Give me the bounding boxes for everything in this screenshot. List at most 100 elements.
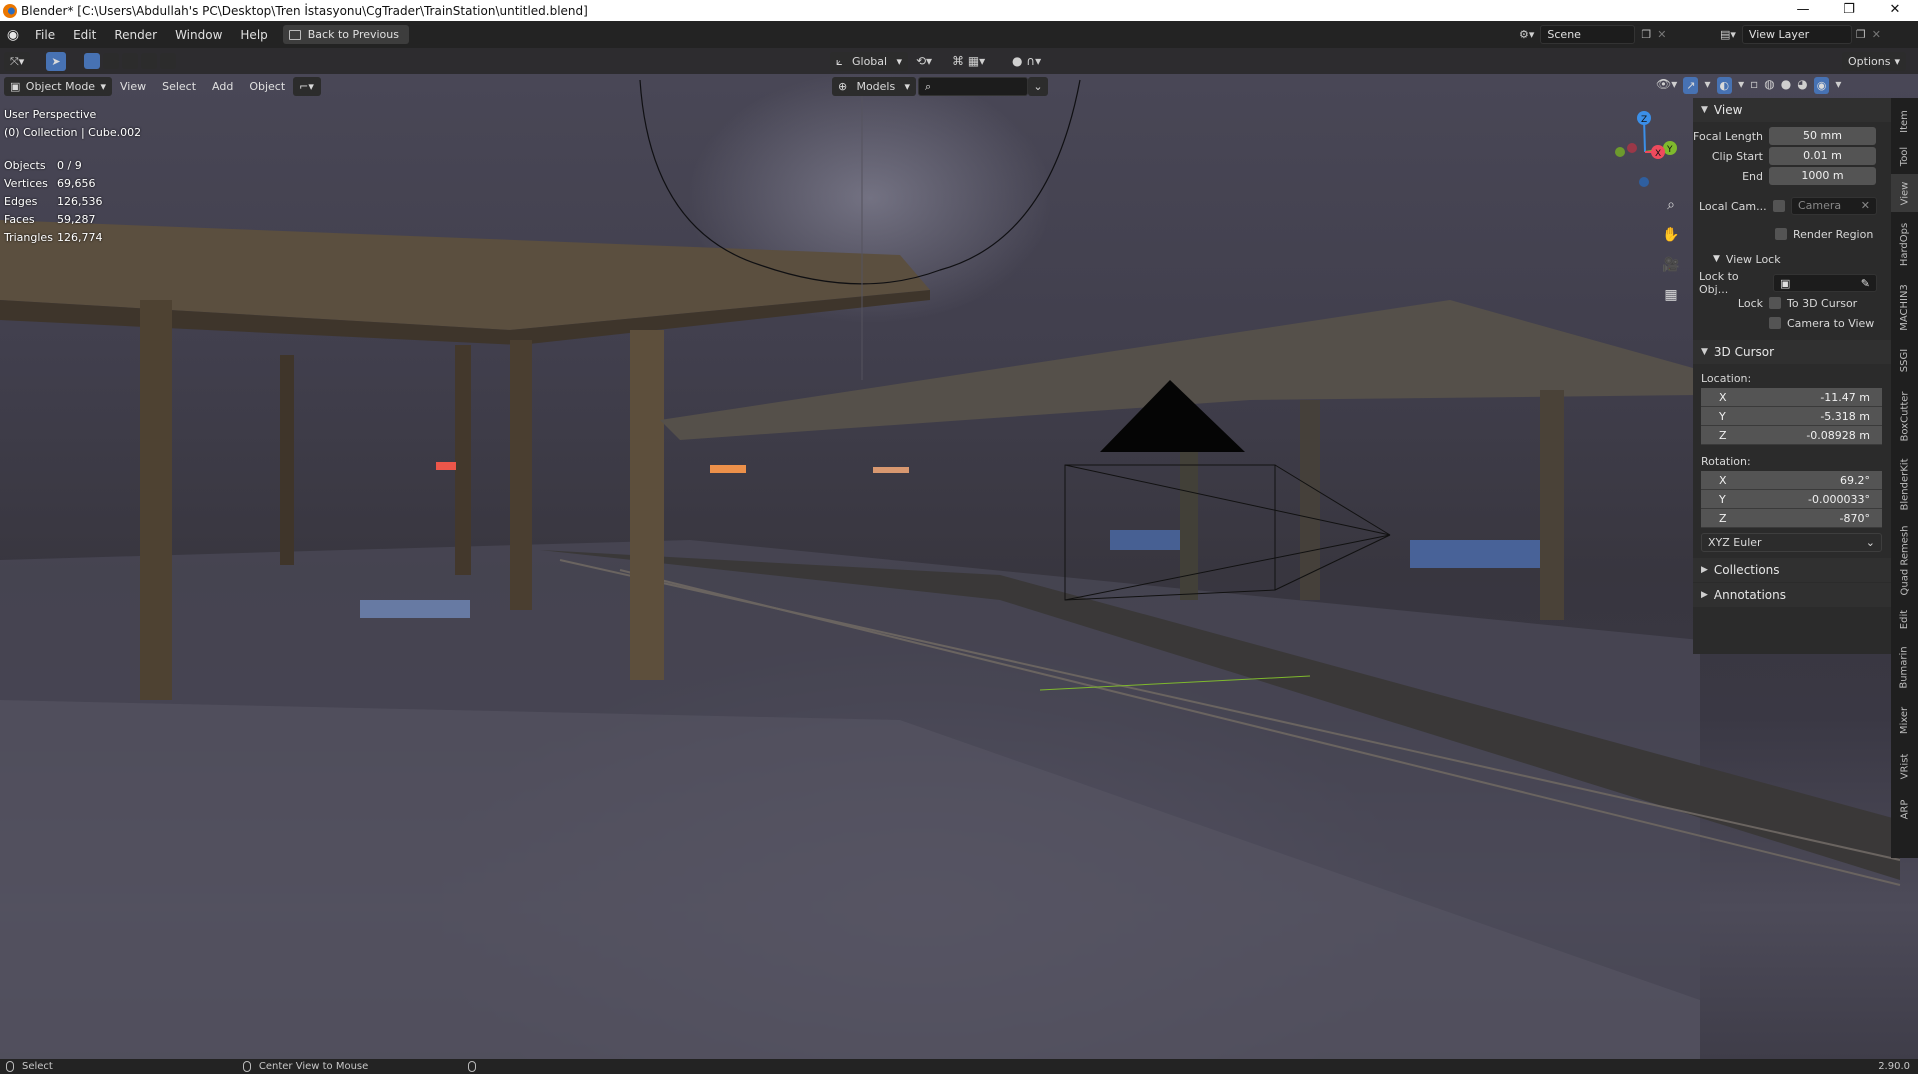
blender-logo-icon[interactable]: ◉ [0,27,26,43]
remove-view-layer-icon[interactable]: ✕ [1872,28,1881,41]
navigation-gizmo[interactable]: Z Y X [1600,104,1690,194]
3d-viewport[interactable] [0,48,1918,1059]
clip-start-field[interactable]: 0.01 m [1769,147,1876,165]
minimize-button[interactable]: — [1780,0,1826,21]
tab-mixer[interactable]: Mixer [1891,698,1918,742]
axis-value: -5.318 m [1820,409,1870,423]
editor-type-dropdown[interactable]: ⤧▾ [4,52,31,71]
wireframe-shading-icon[interactable]: ◍ [1764,77,1774,94]
annotations-panel-header[interactable]: ▶ Annotations [1693,583,1891,607]
menu-select[interactable]: Select [154,80,204,93]
tab-boxcutter[interactable]: BoxCutter [1891,384,1918,448]
tab-label: BoxCutter [1899,390,1911,442]
camera-to-view-checkbox[interactable] [1769,317,1781,329]
select-tool-button[interactable]: ➤ [46,52,66,71]
cursor-rotation-x-field[interactable]: X 69.2° [1701,471,1882,490]
viewport-search-input[interactable]: ⌕ [918,77,1028,96]
menu-window[interactable]: Window [166,28,231,42]
tab-hardops[interactable]: HardOps [1891,216,1918,272]
chevron-down-icon: ▾ [904,80,910,93]
eyedropper-icon[interactable]: ✎ [1861,275,1870,291]
transform-orientation-dropdown[interactable]: ⟀ Global ▾ [830,52,908,71]
status-select-hint: Select [22,1061,53,1072]
tab-edit[interactable]: Edit [1891,602,1918,636]
cursor-rotation-z-field[interactable]: Z -870° [1701,509,1882,528]
local-camera-checkbox[interactable] [1773,200,1785,212]
mode-extend-icon[interactable] [103,53,119,69]
rotation-mode-dropdown[interactable]: XYZ Euler ⌄ [1701,533,1882,552]
material-shading-icon[interactable]: ◕ [1797,77,1807,94]
remove-scene-icon[interactable]: ✕ [1657,28,1666,41]
pan-hand-icon[interactable]: ✋ [1658,222,1684,248]
mode-set-icon[interactable] [84,53,100,69]
view-layer-name-field[interactable]: View Layer [1741,25,1852,44]
solid-shading-icon[interactable]: ● [1781,77,1791,94]
tab-machin3[interactable]: MACHIN3 [1891,276,1918,338]
clip-end-field[interactable]: 1000 m [1769,167,1876,185]
options-dropdown[interactable]: Options ▾ [1842,52,1906,71]
menu-render[interactable]: Render [105,28,166,42]
menu-object[interactable]: Object [241,80,293,93]
maximize-button[interactable]: ❐ [1826,0,1872,21]
menu-help[interactable]: Help [231,28,276,42]
scene-name-field[interactable]: Scene [1540,25,1636,44]
view-lock-subheader[interactable]: ▼ View Lock [1693,249,1891,269]
cursor-location-z-field[interactable]: Z -0.08928 m [1701,426,1882,445]
cursor-rotation-y-field[interactable]: Y -0.000033° [1701,490,1882,509]
tab-blenderkit[interactable]: BlenderKit [1891,452,1918,516]
mode-intersect-icon[interactable] [160,53,176,69]
cursor-location-x-field[interactable]: X -11.47 m [1701,388,1882,407]
xray-toggle-icon[interactable]: ▫ [1750,77,1758,94]
menu-add[interactable]: Add [204,80,241,93]
tab-item[interactable]: Item [1891,104,1918,138]
clear-camera-icon[interactable]: ✕ [1861,198,1870,214]
tab-view[interactable]: View [1891,174,1918,212]
proportional-editing-icon[interactable]: ● ∩▾ [1012,54,1041,68]
perspective-toggle-icon[interactable]: ▦ [1658,282,1684,308]
tab-quad-remesh[interactable]: Quad Remesh [1891,520,1918,600]
focal-length-field[interactable]: 50 mm [1769,127,1876,145]
new-scene-icon[interactable]: ❐ [1641,28,1651,41]
menu-file[interactable]: File [26,28,64,42]
gizmo-toggle-icon[interactable]: ↗ [1683,77,1699,94]
tab-tool[interactable]: Tool [1891,140,1918,172]
filter-toggle[interactable]: ⌄ [1028,77,1048,96]
blender-version: 2.90.0 [1878,1061,1910,1072]
3d-cursor-panel-header[interactable]: ▼ 3D Cursor [1693,340,1891,364]
scene-selector[interactable]: ⚙▾ Scene ❐ ✕ [1519,25,1666,44]
overlays-dropdown-icon[interactable]: ▾ [1738,77,1744,94]
shading-dropdown-icon[interactable]: ▾ [1835,77,1841,94]
mode-subtract-icon[interactable] [122,53,138,69]
gizmo-dropdown-icon[interactable]: ▾ [1704,77,1710,94]
collection-filter-dropdown[interactable]: ⊕ Models ▾ [832,77,916,96]
overlays-toggle-icon[interactable]: ◐ [1716,77,1733,94]
cursor-location-y-field[interactable]: Y -5.318 m [1701,407,1882,426]
pivot-point-icon[interactable]: ⟲▾ [916,54,932,68]
to-3d-cursor-checkbox[interactable] [1769,297,1781,309]
camera-object-field[interactable]: Camera ✕ [1791,197,1877,215]
tab-arp[interactable]: ARP [1891,790,1918,828]
collections-panel-header[interactable]: ▶ Collections [1693,558,1891,582]
close-window-button[interactable]: ✕ [1872,0,1918,21]
object-visibility-icon[interactable]: 👁▾ [1656,77,1677,94]
tab-vrist[interactable]: VRist [1891,744,1918,788]
lock-object-field[interactable]: ▣ ✎ [1773,274,1877,292]
snap-icon[interactable]: ⌘ ▦▾ [952,54,985,68]
render-region-checkbox[interactable] [1775,228,1787,240]
back-to-previous-button[interactable]: Back to Previous [282,25,409,44]
gesture-dropdown[interactable]: ⌐▾ [293,76,322,96]
object-mode-dropdown[interactable]: ▣ Object Mode ▾ [4,76,112,96]
view-layer-selector[interactable]: ▤▾ View Layer ❐ ✕ [1720,25,1881,44]
rendered-shading-icon[interactable]: ◉ [1813,77,1830,94]
tab-bumarin[interactable]: Bumarin [1891,638,1918,696]
view-panel-header[interactable]: ▼ View [1693,98,1891,122]
new-view-layer-icon[interactable]: ❐ [1856,28,1866,41]
menu-edit[interactable]: Edit [64,28,105,42]
tab-ssgi[interactable]: SSGI [1891,342,1918,378]
menu-view[interactable]: View [112,80,154,93]
camera-view-icon[interactable]: 🎥 [1658,252,1684,278]
zoom-icon[interactable]: ⌕ [1658,192,1684,218]
search-icon: ⌕ [925,80,932,93]
stats-value: 0 / 9 [57,158,82,172]
mode-invert-icon[interactable] [141,53,157,69]
